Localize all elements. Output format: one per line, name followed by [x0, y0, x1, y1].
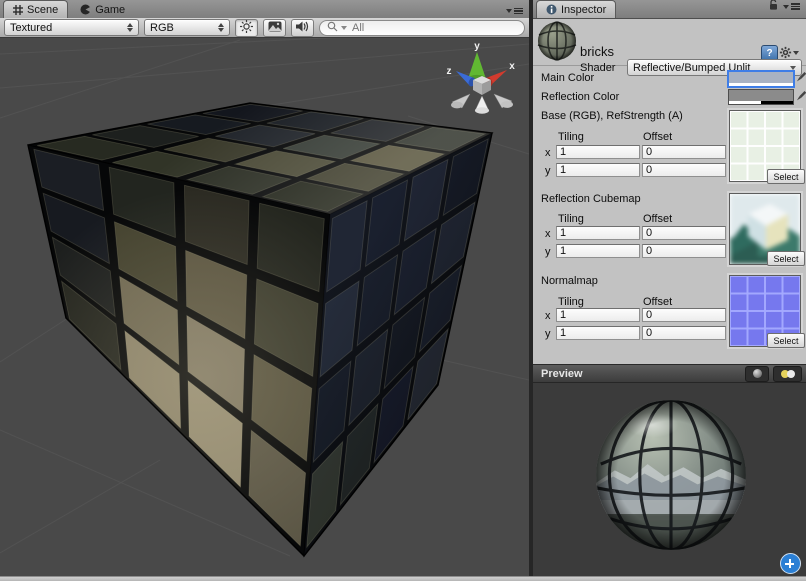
normalmap-select-button[interactable]: Select [767, 333, 805, 348]
cubemap-y-offset-field[interactable] [642, 244, 726, 258]
search-filter-arrow-icon [341, 26, 347, 30]
base-x-tiling-field[interactable] [556, 145, 640, 159]
base-x-offset-field[interactable] [642, 145, 726, 159]
y-axis-label: y [545, 165, 551, 177]
scene-effects-toggle[interactable] [263, 19, 286, 37]
reflection-color-label: Reflection Color [541, 91, 619, 103]
scene-viewport[interactable]: y x z [0, 38, 529, 576]
scene-pane: Scene Game Textured RGB [0, 0, 529, 576]
color-channel-dropdown[interactable]: RGB [144, 19, 230, 36]
preview-lighting-button[interactable] [773, 366, 802, 382]
base-select-button[interactable]: Select [767, 169, 805, 184]
tiling-header: Tiling [558, 213, 584, 225]
scene-pane-menu-icon[interactable] [506, 8, 523, 15]
inspector-pane: Inspector [533, 0, 806, 576]
offset-header: Offset [643, 131, 672, 143]
eyedropper-icon[interactable] [795, 70, 806, 84]
cubemap-y-tiling-field[interactable] [556, 244, 640, 258]
speaker-icon [296, 21, 309, 35]
tab-inspector-label: Inspector [561, 4, 606, 16]
offset-header: Offset [643, 296, 672, 308]
main-color-swatch[interactable] [727, 70, 795, 88]
normalmap-x-offset-field[interactable] [642, 308, 726, 322]
preview-title: Preview [541, 368, 745, 380]
search-input[interactable] [350, 21, 517, 35]
alpha-bar [729, 83, 793, 86]
gear-dropdown-arrow-icon [793, 51, 799, 55]
info-icon [546, 4, 557, 15]
gizmo-center-cube[interactable] [473, 76, 491, 95]
tab-scene[interactable]: Scene [3, 0, 68, 18]
material-name: bricks [580, 44, 614, 59]
preview-area[interactable] [533, 383, 806, 576]
base-y-tiling-field[interactable] [556, 163, 640, 177]
cubemap-label: Reflection Cubemap [541, 193, 641, 205]
material-header: bricks ? Shader Reflective/Bumped Un [533, 18, 806, 66]
plus-icon[interactable] [780, 553, 801, 574]
window-bottom-frame [0, 576, 806, 581]
cube-sheen [28, 103, 492, 556]
light-toggle-icon [787, 370, 795, 378]
gizmo-x-label: x [509, 61, 515, 72]
main-color-label: Main Color [541, 72, 594, 84]
gizmo-z-label: z [447, 66, 452, 77]
base-y-offset-field[interactable] [642, 163, 726, 177]
normalmap-y-offset-field[interactable] [642, 326, 726, 340]
x-axis-label: x [545, 147, 551, 159]
preview-model-button[interactable] [745, 366, 769, 382]
grid-icon [13, 5, 23, 15]
preview-header[interactable]: Preview [533, 364, 806, 383]
scene-lighting-toggle[interactable] [235, 19, 258, 37]
updown-arrows-icon [127, 23, 133, 32]
updown-arrows-icon [218, 23, 224, 32]
color-channel-value: RGB [150, 22, 214, 34]
gizmo-y-label: y [474, 41, 480, 52]
preview-sphere [593, 397, 749, 553]
offset-header: Offset [643, 213, 672, 225]
tab-game-label: Game [95, 4, 125, 16]
sphere-icon [753, 369, 762, 378]
game-icon [80, 4, 91, 15]
tiling-header: Tiling [558, 131, 584, 143]
normalmap-label: Normalmap [541, 275, 598, 287]
scene-audio-toggle[interactable] [291, 19, 314, 37]
cubemap-select-button[interactable]: Select [767, 251, 805, 266]
lock-icon[interactable] [768, 0, 779, 14]
gear-icon[interactable] [779, 45, 799, 60]
render-mode-dropdown[interactable]: Textured [4, 19, 139, 36]
scene-search[interactable] [319, 20, 525, 36]
sun-icon [240, 20, 253, 36]
reflection-color-swatch[interactable] [728, 89, 794, 105]
tab-inspector[interactable]: Inspector [536, 0, 616, 18]
x-axis-label: x [545, 310, 551, 322]
material-thumbnail[interactable] [537, 21, 577, 64]
scene-tabstrip: Scene Game [0, 0, 529, 19]
normalmap-y-tiling-field[interactable] [556, 326, 640, 340]
magnifier-icon [327, 21, 338, 35]
normalmap-x-tiling-field[interactable] [556, 308, 640, 322]
y-axis-label: y [545, 328, 551, 340]
image-icon [268, 21, 282, 35]
alpha-bar [729, 101, 793, 104]
eyedropper-icon[interactable] [795, 89, 806, 103]
gizmo-gray-cones [451, 94, 513, 114]
inspector-tabstrip: Inspector [533, 0, 806, 19]
tab-scene-label: Scene [27, 4, 58, 16]
inspector-pane-menu-icon[interactable] [783, 3, 800, 10]
scene-toolbar: Textured RGB [0, 18, 529, 38]
cubemap-x-tiling-field[interactable] [556, 226, 640, 240]
base-texture-label: Base (RGB), RefStrength (A) [541, 110, 683, 122]
tiling-header: Tiling [558, 296, 584, 308]
unity-editor-window: Scene Game Textured RGB [0, 0, 806, 581]
dropdown-arrow-icon [790, 66, 796, 70]
scene-orientation-gizmo[interactable]: y x z [447, 41, 516, 114]
y-axis-label: y [545, 246, 551, 258]
tab-game[interactable]: Game [71, 1, 134, 18]
cubemap-x-offset-field[interactable] [642, 226, 726, 240]
render-mode-value: Textured [10, 22, 123, 34]
x-axis-label: x [545, 228, 551, 240]
